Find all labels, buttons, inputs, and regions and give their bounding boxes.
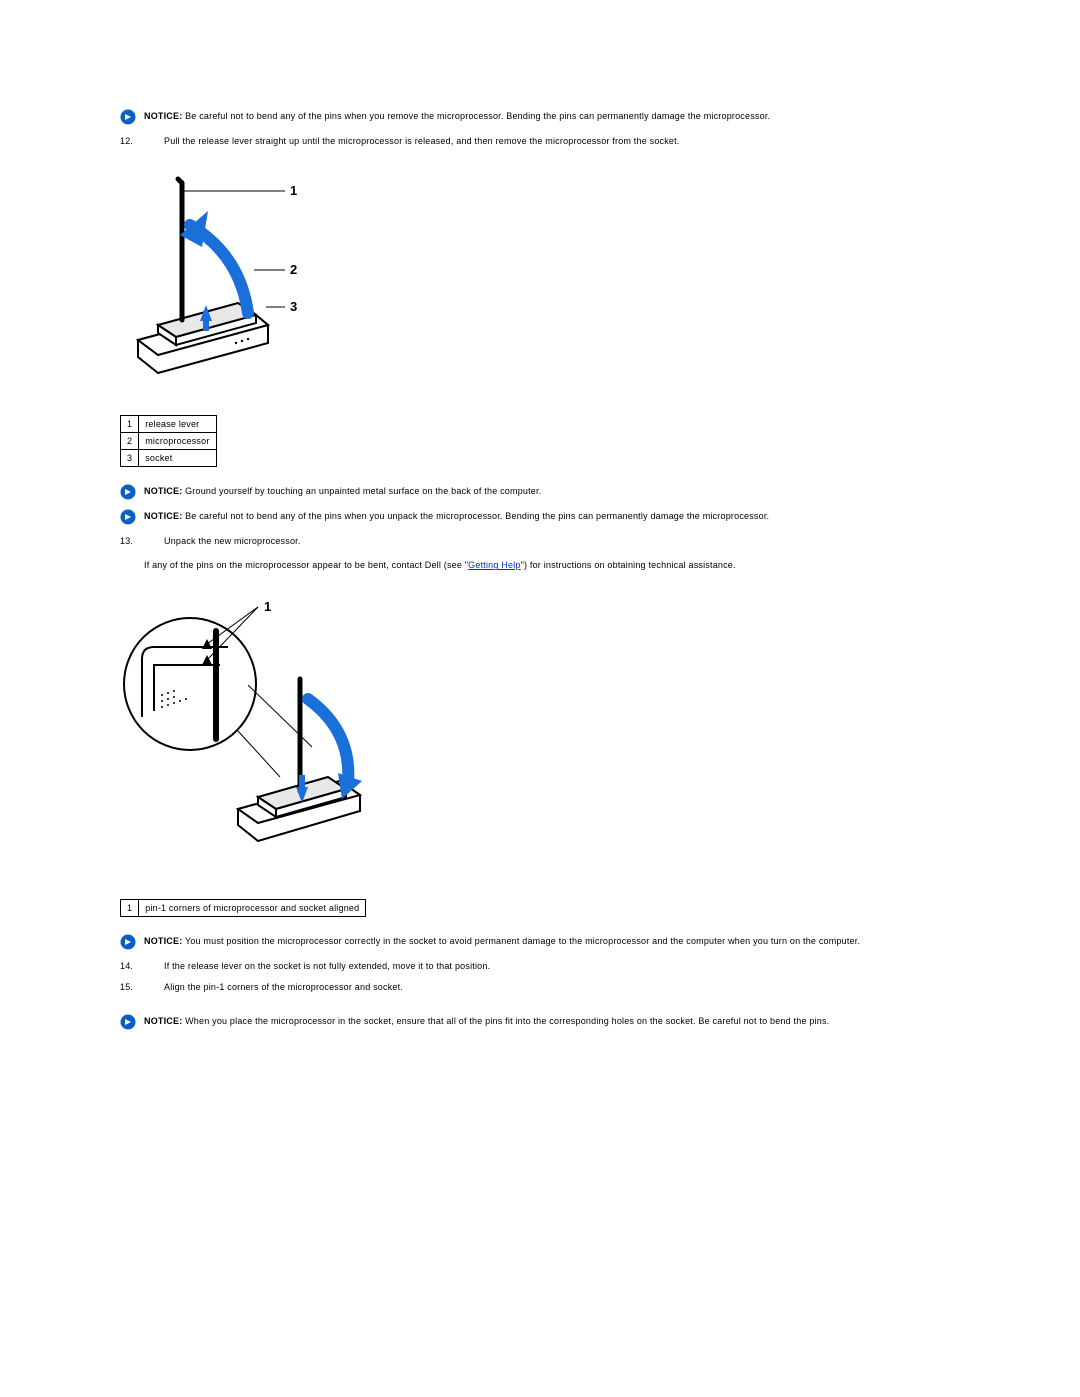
notice-icon [120,509,136,525]
notice-label: NOTICE: [144,486,182,496]
cell-text: pin-1 corners of microprocessor and sock… [139,900,366,917]
step-text: If the release lever on the socket is no… [164,960,490,972]
notice-text: NOTICE: Be careful not to bend any of th… [144,510,769,522]
callout-1: 1 [290,183,297,198]
cell-text: microprocessor [139,433,216,450]
callout-table-1: 1 release lever 2 microprocessor 3 socke… [120,415,217,467]
step-15: 15. Align the pin-1 corners of the micro… [120,981,880,993]
step-number: 12. [120,135,140,147]
step-number: 13. [120,535,140,547]
notice-block: NOTICE: You must position the microproce… [120,935,880,950]
notice-icon [120,1014,136,1030]
cell-num: 3 [121,450,139,467]
step-text: Pull the release lever straight up until… [164,135,680,147]
document-page: NOTICE: Be careful not to bend any of th… [0,0,920,1080]
step-text: Unpack the new microprocessor. [164,535,301,547]
figure-remove-processor: 1 2 3 [120,165,880,387]
notice-block: NOTICE: Be careful not to bend any of th… [120,510,880,525]
notice-icon [120,934,136,950]
notice-block: NOTICE: Be careful not to bend any of th… [120,110,880,125]
notice-label: NOTICE: [144,936,182,946]
notice-block: NOTICE: Ground yourself by touching an u… [120,485,880,500]
notice-text: NOTICE: Be careful not to bend any of th… [144,110,770,122]
callout-3: 3 [290,299,297,314]
cell-text: socket [139,450,216,467]
notice-label: NOTICE: [144,111,182,121]
notice-text: NOTICE: When you place the microprocesso… [144,1015,829,1027]
getting-help-link[interactable]: Getting Help [468,560,520,570]
notice-label: NOTICE: [144,511,182,521]
callout-table-2: 1 pin-1 corners of microprocessor and so… [120,899,366,917]
cell-text: release lever [139,416,216,433]
step-12: 12. Pull the release lever straight up u… [120,135,880,147]
figure-install-processor: 1 [120,589,880,871]
notice-icon [120,109,136,125]
step-14: 14. If the release lever on the socket i… [120,960,880,972]
table-row: 1 release lever [121,416,217,433]
cell-num: 1 [121,900,139,917]
step-13: 13. Unpack the new microprocessor. [120,535,880,547]
notice-icon [120,484,136,500]
table-row: 1 pin-1 corners of microprocessor and so… [121,900,366,917]
step-number: 14. [120,960,140,972]
step-13-substep: If any of the pins on the microprocessor… [144,559,880,571]
step-number: 15. [120,981,140,993]
step-text: Align the pin-1 corners of the microproc… [164,981,403,993]
notice-text: NOTICE: You must position the microproce… [144,935,860,947]
cell-num: 1 [121,416,139,433]
callout-1: 1 [264,599,271,614]
table-row: 3 socket [121,450,217,467]
table-row: 2 microprocessor [121,433,217,450]
cell-num: 2 [121,433,139,450]
notice-block: NOTICE: When you place the microprocesso… [120,1015,880,1030]
notice-label: NOTICE: [144,1016,182,1026]
callout-2: 2 [290,262,297,277]
notice-text: NOTICE: Ground yourself by touching an u… [144,485,541,497]
